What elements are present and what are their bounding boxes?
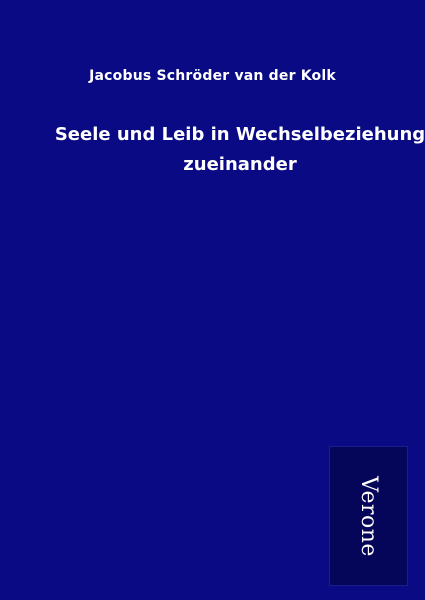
book-title: Seele und Leib in Wechselbeziehung zuein… xyxy=(40,120,425,180)
book-cover: Jacobus Schröder van der Kolk Seele und … xyxy=(0,0,425,600)
book-title-line-1: Seele und Leib in Wechselbeziehung xyxy=(54,124,425,145)
book-title-line-2: zueinander xyxy=(183,154,297,175)
book-author: Jacobus Schröder van der Kolk xyxy=(89,68,336,84)
publisher-logo-text: Verone xyxy=(356,475,381,557)
publisher-logo: Verone xyxy=(329,446,408,586)
